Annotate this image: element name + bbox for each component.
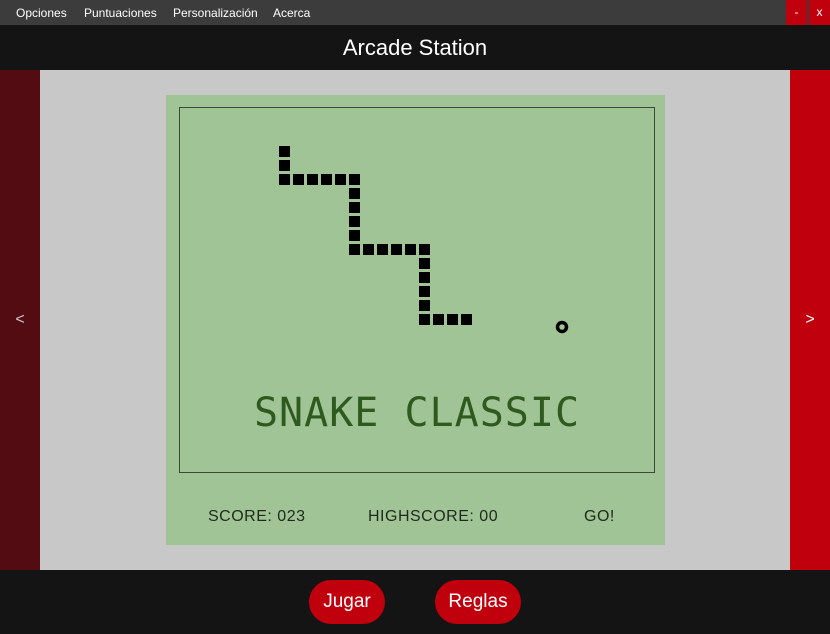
snake-segment: [447, 314, 458, 325]
menu-bar: Opciones Puntuaciones Personalización Ac…: [0, 0, 830, 25]
snake-segment: [293, 174, 304, 185]
menu-puntuaciones[interactable]: Puntuaciones: [84, 6, 157, 20]
app-title: Arcade Station: [0, 25, 830, 70]
menu-opciones[interactable]: Opciones: [16, 6, 67, 20]
game-title: SNAKE CLASSIC: [253, 390, 581, 436]
snake-segment: [335, 174, 346, 185]
game-area: < SNAKE CLASSIC SCORE: 023 HIGHSCORE: 00…: [0, 70, 830, 570]
menu-personalizacion[interactable]: Personalización: [173, 6, 258, 20]
highscore-label: HIGHSCORE: 00: [368, 508, 499, 525]
snake-segment: [307, 174, 318, 185]
snake-segment: [433, 314, 444, 325]
chevron-right-icon: >: [805, 311, 815, 328]
snake-segment: [419, 258, 430, 269]
next-game-button[interactable]: >: [790, 70, 830, 570]
snake-segment: [419, 272, 430, 283]
snake-segment: [377, 244, 388, 255]
play-button[interactable]: Jugar: [309, 580, 385, 624]
snake-segment: [419, 300, 430, 311]
chevron-left-icon: <: [15, 311, 25, 328]
snake-segment: [349, 202, 360, 213]
snake-segment: [349, 174, 360, 185]
snake-segment: [391, 244, 402, 255]
rules-button[interactable]: Reglas: [435, 580, 521, 624]
menu-acerca[interactable]: Acerca: [273, 6, 310, 20]
snake-segment: [349, 188, 360, 199]
snake-segment: [279, 160, 290, 171]
game-preview-panel: SNAKE CLASSIC SCORE: 023 HIGHSCORE: 00 G…: [166, 95, 665, 545]
snake-segment: [405, 244, 416, 255]
snake-segment: [363, 244, 374, 255]
close-button[interactable]: x: [809, 0, 830, 25]
snake-segment: [321, 174, 332, 185]
snake-segment: [419, 286, 430, 297]
score-label: SCORE: 023: [208, 508, 306, 525]
prev-game-button[interactable]: <: [0, 70, 40, 570]
snake-segment: [349, 244, 360, 255]
minimize-button[interactable]: -: [786, 0, 807, 25]
snake-segment: [419, 314, 430, 325]
snake-segment: [461, 314, 472, 325]
snake-segment: [419, 244, 430, 255]
food-icon: [555, 320, 569, 334]
snake-segment: [349, 230, 360, 241]
action-bar: Jugar Reglas: [0, 570, 830, 634]
go-label: GO!: [584, 508, 615, 525]
snake-segment: [349, 216, 360, 227]
game-screen: SNAKE CLASSIC: [179, 107, 655, 473]
snake-segment: [279, 146, 290, 157]
snake-segment: [279, 174, 290, 185]
